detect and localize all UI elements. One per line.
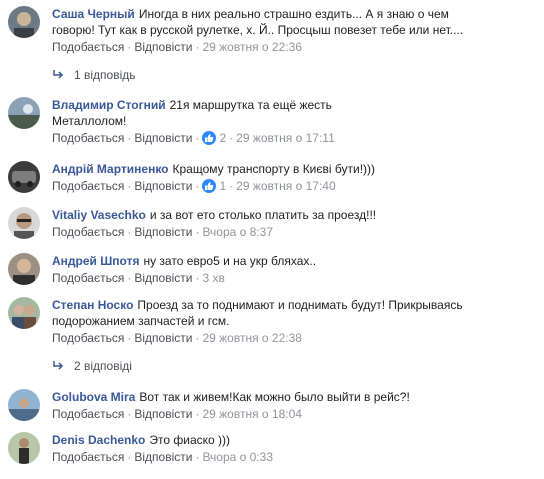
comment-timestamp[interactable]: 29 жовтня о 22:36 [202,40,302,54]
reply-arrow-icon [52,67,64,83]
comment-timestamp[interactable]: 29 жовтня о 17:40 [236,179,336,193]
reply-button[interactable]: Відповісти [134,271,192,285]
comment-timestamp[interactable]: Вчора о 0:33 [202,450,273,464]
comment-text: подорожанием запчастей и гсм. [52,314,230,328]
comment-author[interactable]: Андрій Мартиненко [52,162,169,176]
comment-text: ну зато евро5 и на укр бляхах.. [143,254,317,268]
comment-text: и за вот ето столько платить за проезд!!… [149,208,377,222]
reply-button[interactable]: Відповісти [134,40,192,54]
like-button[interactable]: Подобається [52,331,124,345]
comment-author[interactable]: Андрей Шпотя [52,254,139,268]
like-reaction-icon[interactable] [202,179,217,193]
comment-author[interactable]: Саша Черный [52,7,135,21]
avatar[interactable] [8,389,40,421]
comment-text: Кращому транспорту в Києві бути!))) [172,162,376,176]
comment-timestamp[interactable]: 29 жовтня о 17:11 [236,131,335,145]
like-button[interactable]: Подобається [52,407,124,421]
comment-author[interactable]: Golubova Mira [52,390,135,404]
avatar[interactable] [8,253,40,285]
like-button[interactable]: Подобається [52,131,124,145]
like-reaction-icon[interactable] [202,131,217,145]
reply-button[interactable]: Відповісти [134,225,192,239]
avatar[interactable] [8,432,40,464]
view-replies-link[interactable]: 1 відповідь [52,67,136,83]
comment-text: Иногда в них реально страшно ездить... А… [138,7,449,21]
avatar[interactable] [8,161,40,193]
comment-text: Это фиаско ))) [149,433,230,447]
comment-timestamp[interactable]: 3 хв [202,271,224,285]
like-button[interactable]: Подобається [52,179,124,193]
reply-button[interactable]: Відповісти [134,131,192,145]
comment-author[interactable]: Степан Носко [52,298,133,312]
reply-button[interactable]: Відповісти [134,407,192,421]
avatar[interactable] [8,6,40,38]
comment-timestamp[interactable]: 29 жовтня о 22:38 [202,331,302,345]
like-button[interactable]: Подобається [52,225,124,239]
like-button[interactable]: Подобається [52,450,124,464]
comment-text: 21я маршрутка та ещё жесть [169,98,332,112]
comment-text: Металлолом! [52,114,127,128]
comment-timestamp[interactable]: Вчора о 8:37 [202,225,273,239]
comment-author[interactable]: Владимир Стогний [52,98,166,112]
reply-button[interactable]: Відповісти [134,331,192,345]
reply-button[interactable]: Відповісти [134,450,192,464]
like-button[interactable]: Подобається [52,271,124,285]
comment-timestamp[interactable]: 29 жовтня о 18:04 [202,407,302,421]
like-button[interactable]: Подобається [52,40,124,54]
avatar[interactable] [8,97,40,129]
comment-text: говорю! Тут как в русской рулетке, х. Й.… [52,23,464,37]
comment-text: Проезд за то поднимают и поднимать будут… [137,298,463,312]
comment-author[interactable]: Vitaliy Vasechko [52,208,146,222]
comment-author[interactable]: Denis Dachenko [52,433,145,447]
comment-text: Вот так и живем!Как можно было выйти в р… [139,390,410,404]
reply-button[interactable]: Відповісти [134,179,192,193]
view-replies-link[interactable]: 2 відповіді [52,358,132,374]
avatar[interactable] [8,207,40,239]
avatar[interactable] [8,297,40,329]
reply-arrow-icon [52,358,64,374]
